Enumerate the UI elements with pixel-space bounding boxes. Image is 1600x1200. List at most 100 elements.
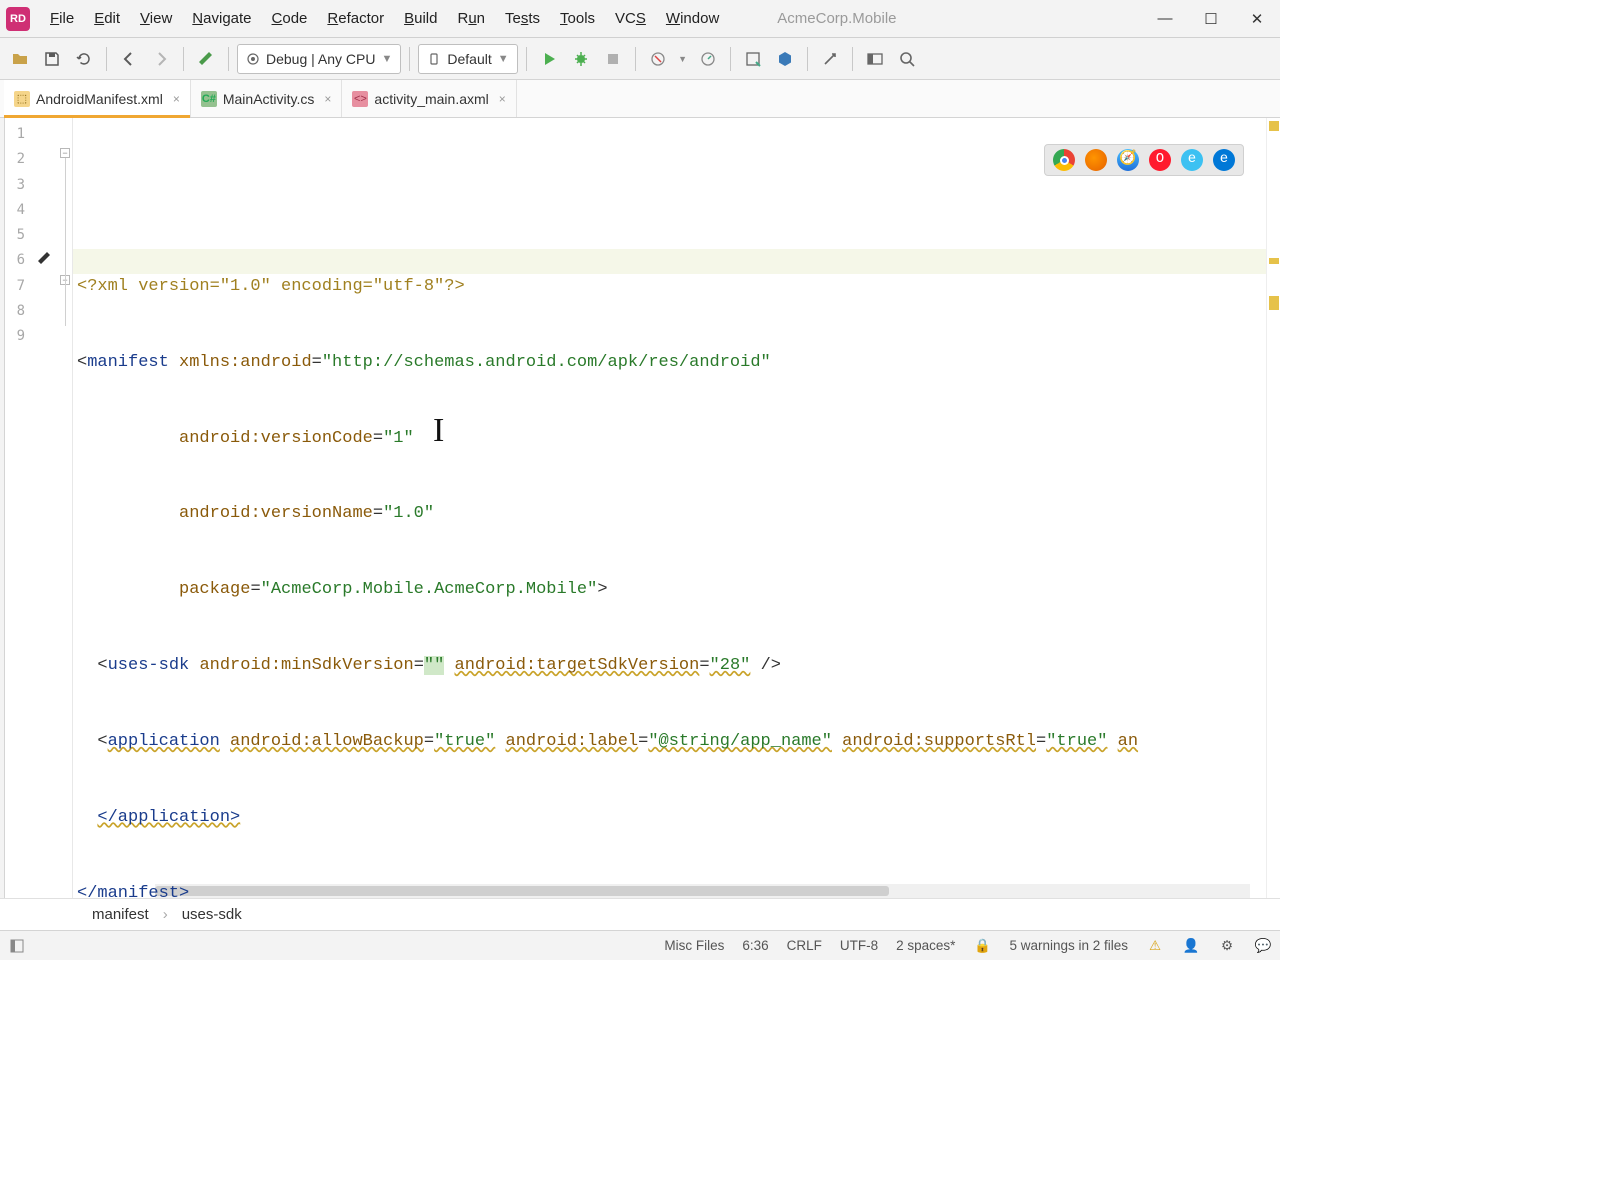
status-context[interactable]: Misc Files bbox=[664, 938, 724, 953]
tab-label: MainActivity.cs bbox=[223, 91, 315, 107]
cs-file-icon: C# bbox=[201, 91, 217, 107]
menu-run[interactable]: Run bbox=[447, 6, 495, 31]
tool-window-toggle[interactable] bbox=[8, 937, 26, 955]
chevron-down-icon: ▼ bbox=[381, 53, 392, 65]
separator bbox=[106, 47, 107, 71]
config-dropdown[interactable]: Debug | Any CPU ▼ bbox=[237, 44, 401, 74]
safari-icon[interactable]: 🧭 bbox=[1117, 149, 1139, 171]
separator bbox=[852, 47, 853, 71]
save-button[interactable] bbox=[38, 45, 66, 73]
forward-button[interactable] bbox=[147, 45, 175, 73]
line-numbers: 1 2 3 4 5 6 7 8 9 bbox=[5, 118, 31, 898]
tab-label: AndroidManifest.xml bbox=[36, 91, 163, 107]
refresh-button[interactable] bbox=[70, 45, 98, 73]
attach-button[interactable] bbox=[739, 45, 767, 73]
status-inspections[interactable]: 5 warnings in 2 files bbox=[1009, 938, 1128, 953]
stop-button[interactable] bbox=[599, 45, 627, 73]
close-icon[interactable]: × bbox=[324, 92, 331, 106]
profile-button[interactable] bbox=[644, 45, 672, 73]
firefox-icon[interactable] bbox=[1085, 149, 1107, 171]
status-encoding[interactable]: UTF-8 bbox=[840, 938, 878, 953]
settings-button[interactable] bbox=[816, 45, 844, 73]
fold-toggle[interactable]: − bbox=[60, 148, 70, 158]
project-name: AcmeCorp.Mobile bbox=[777, 10, 896, 27]
error-stripe[interactable] bbox=[1266, 118, 1280, 898]
lock-icon[interactable]: 🔒 bbox=[973, 937, 991, 955]
tab-android-manifest[interactable]: ⬚ AndroidManifest.xml × bbox=[4, 80, 191, 117]
app-icon: RD bbox=[6, 7, 30, 31]
device-icon bbox=[427, 52, 441, 66]
open-button[interactable] bbox=[6, 45, 34, 73]
text-cursor-icon: I bbox=[433, 418, 444, 443]
close-window-button[interactable]: ✕ bbox=[1234, 0, 1280, 38]
edge-icon[interactable]: e bbox=[1213, 149, 1235, 171]
minimize-button[interactable]: — bbox=[1142, 0, 1188, 38]
status-indent[interactable]: 2 spaces* bbox=[896, 938, 955, 953]
inspector-icon[interactable]: 👤 bbox=[1182, 937, 1200, 955]
menu-navigate[interactable]: Navigate bbox=[182, 6, 261, 31]
menu-build[interactable]: Build bbox=[394, 6, 447, 31]
close-icon[interactable]: × bbox=[499, 92, 506, 106]
code-area[interactable]: 🧭 O e e <?xml version="1.0" encoding="ut… bbox=[73, 118, 1266, 898]
title-bar: RD File Edit View Navigate Code Refactor… bbox=[0, 0, 1280, 38]
debug-button[interactable] bbox=[567, 45, 595, 73]
status-line-ending[interactable]: CRLF bbox=[787, 938, 822, 953]
device-dropdown[interactable]: Default ▼ bbox=[418, 44, 517, 74]
warning-mark[interactable] bbox=[1269, 258, 1279, 264]
run-button[interactable] bbox=[535, 45, 563, 73]
search-everywhere-button[interactable] bbox=[893, 45, 921, 73]
warning-mark[interactable] bbox=[1269, 296, 1279, 310]
tab-main-activity[interactable]: C# MainActivity.cs × bbox=[191, 80, 343, 117]
xml-file-icon: ⬚ bbox=[14, 91, 30, 107]
separator bbox=[409, 47, 410, 71]
separator bbox=[635, 47, 636, 71]
breadcrumb-item[interactable]: manifest bbox=[92, 906, 149, 923]
status-position[interactable]: 6:36 bbox=[742, 938, 768, 953]
back-button[interactable] bbox=[115, 45, 143, 73]
menu-window[interactable]: Window bbox=[656, 6, 729, 31]
chrome-icon[interactable] bbox=[1053, 149, 1075, 171]
hammer-icon[interactable] bbox=[35, 249, 53, 267]
menu-file[interactable]: File bbox=[40, 6, 84, 31]
editor-tabs: ⬚ AndroidManifest.xml × C# MainActivity.… bbox=[0, 80, 1280, 118]
fold-column: − − bbox=[59, 118, 73, 898]
menu-vcs[interactable]: VCS bbox=[605, 6, 656, 31]
tab-activity-main-axml[interactable]: <> activity_main.axml × bbox=[342, 80, 516, 117]
axml-file-icon: <> bbox=[352, 91, 368, 107]
notifications-icon[interactable]: 💬 bbox=[1254, 937, 1272, 955]
toolbar: Debug | Any CPU ▼ Default ▼ ▼ bbox=[0, 38, 1280, 80]
chevron-down-icon: ▼ bbox=[498, 53, 509, 65]
menu-tools[interactable]: Tools bbox=[550, 6, 605, 31]
breadcrumb-item[interactable]: uses-sdk bbox=[182, 906, 242, 923]
inspection-indicator[interactable] bbox=[1269, 121, 1279, 131]
layout-button[interactable] bbox=[861, 45, 889, 73]
current-line-highlight bbox=[73, 249, 1266, 274]
close-icon[interactable]: × bbox=[173, 92, 180, 106]
menu-tests[interactable]: Tests bbox=[495, 6, 550, 31]
menu-view[interactable]: View bbox=[130, 6, 182, 31]
coverage-button[interactable] bbox=[694, 45, 722, 73]
ie-icon[interactable]: e bbox=[1181, 149, 1203, 171]
profile-dropdown[interactable]: ▼ bbox=[676, 45, 690, 73]
separator bbox=[807, 47, 808, 71]
breadcrumb: manifest › uses-sdk bbox=[0, 898, 1280, 930]
status-bar: Misc Files 6:36 CRLF UTF-8 2 spaces* 🔒 5… bbox=[0, 930, 1280, 960]
config-label: Debug | Any CPU bbox=[266, 51, 375, 67]
nuget-button[interactable] bbox=[771, 45, 799, 73]
processes-icon[interactable]: ⚙ bbox=[1218, 937, 1236, 955]
warning-icon[interactable]: ⚠ bbox=[1146, 937, 1164, 955]
separator bbox=[228, 47, 229, 71]
target-icon bbox=[246, 52, 260, 66]
editor[interactable]: 1 2 3 4 5 6 7 8 9 − − 🧭 O e e <?xml vers… bbox=[0, 118, 1280, 898]
gutter-icons bbox=[31, 118, 59, 898]
browser-preview-bar: 🧭 O e e bbox=[1044, 144, 1244, 176]
opera-icon[interactable]: O bbox=[1149, 149, 1171, 171]
menu-refactor[interactable]: Refactor bbox=[317, 6, 394, 31]
main-menu: File Edit View Navigate Code Refactor Bu… bbox=[40, 6, 729, 31]
menu-edit[interactable]: Edit bbox=[84, 6, 130, 31]
menu-code[interactable]: Code bbox=[262, 6, 318, 31]
device-label: Default bbox=[447, 51, 491, 67]
maximize-button[interactable]: ☐ bbox=[1188, 0, 1234, 38]
hammer-icon[interactable] bbox=[192, 45, 220, 73]
separator bbox=[730, 47, 731, 71]
